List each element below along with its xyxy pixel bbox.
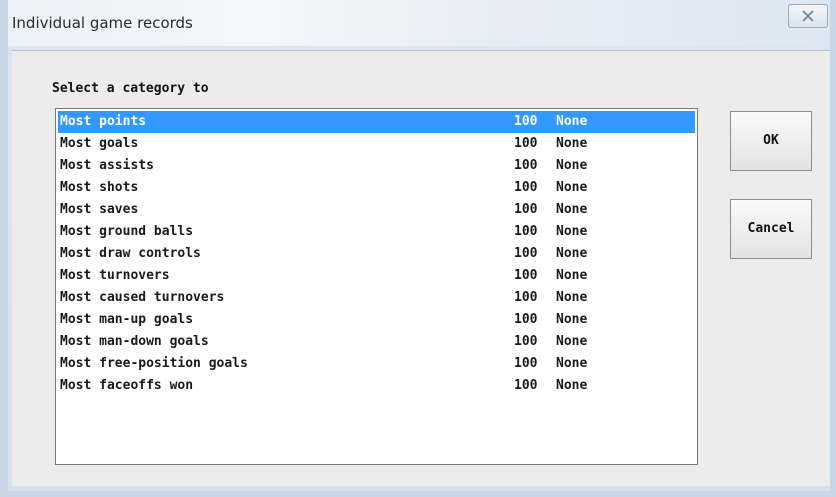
list-item-name: Most goals <box>60 136 139 151</box>
list-item-value: 100 <box>514 378 538 393</box>
list-item-holder: None <box>556 114 588 129</box>
list-item-name: Most saves <box>60 202 139 217</box>
list-item-holder: None <box>556 378 588 393</box>
dialog-window: Individual game records Select a categor… <box>0 0 836 497</box>
close-icon <box>802 10 814 22</box>
list-item-holder: None <box>556 158 588 173</box>
list-item-value: 100 <box>514 268 538 283</box>
list-item[interactable]: Most ground balls 100 None <box>58 221 695 243</box>
list-item[interactable]: Most man-down goals 100 None <box>58 331 695 353</box>
list-item[interactable]: Most man-up goals 100 None <box>58 309 695 331</box>
list-item[interactable]: Most goals 100 None <box>58 133 695 155</box>
list-item[interactable]: Most points 100 None <box>58 111 695 133</box>
list-item[interactable]: Most faceoffs won 100 None <box>58 375 695 397</box>
list-item-name: Most assists <box>60 158 154 173</box>
list-item-holder: None <box>556 290 588 305</box>
list-item-name: Most faceoffs won <box>60 378 194 393</box>
list-item-name: Most shots <box>60 180 139 195</box>
list-item[interactable]: Most caused turnovers 100 None <box>58 287 695 309</box>
list-item-holder: None <box>556 356 588 371</box>
dialog-body: Select a category to Most points 100 None M… <box>12 50 830 486</box>
list-item-holder: None <box>556 180 588 195</box>
list-item[interactable]: Most shots 100 None <box>58 177 695 199</box>
list-item-holder: None <box>556 136 588 151</box>
list-item-name: Most turnovers <box>60 268 170 283</box>
list-item-value: 100 <box>514 290 538 305</box>
list-item-holder: None <box>556 202 588 217</box>
list-item[interactable]: Most saves 100 None <box>58 199 695 221</box>
title-bar: Individual game records <box>8 0 830 46</box>
list-item-name: Most ground balls <box>60 224 194 239</box>
list-item-name: Most caused turnovers <box>60 290 225 305</box>
list-item-value: 100 <box>514 180 538 195</box>
list-item-holder: None <box>556 334 588 349</box>
list-item-value: 100 <box>514 334 538 349</box>
list-item-name: Most man-up goals <box>60 312 194 327</box>
list-item-name: Most draw controls <box>60 246 201 261</box>
list-item-holder: None <box>556 224 588 239</box>
list-item-value: 100 <box>514 114 538 129</box>
list-item-value: 100 <box>514 158 538 173</box>
category-prompt: Select a category to <box>52 81 209 96</box>
list-item[interactable]: Most turnovers 100 None <box>58 265 695 287</box>
list-item-holder: None <box>556 246 588 261</box>
list-item-holder: None <box>556 268 588 283</box>
list-item-name: Most man-down goals <box>60 334 209 349</box>
list-item-value: 100 <box>514 202 538 217</box>
window-title: Individual game records <box>12 14 193 32</box>
list-item-name: Most free-position goals <box>60 356 248 371</box>
list-item-value: 100 <box>514 224 538 239</box>
list-item-value: 100 <box>514 312 538 327</box>
list-item-holder: None <box>556 312 588 327</box>
list-item-value: 100 <box>514 136 538 151</box>
list-item-name: Most points <box>60 114 147 129</box>
ok-button[interactable]: OK <box>730 111 812 171</box>
list-item[interactable]: Most assists 100 None <box>58 155 695 177</box>
close-button[interactable] <box>788 4 828 28</box>
list-item-value: 100 <box>514 246 538 261</box>
list-item-value: 100 <box>514 356 538 371</box>
list-item[interactable]: Most free-position goals 100 None <box>58 353 695 375</box>
cancel-button[interactable]: Cancel <box>730 199 812 259</box>
list-item[interactable]: Most draw controls 100 None <box>58 243 695 265</box>
category-listbox[interactable]: Most points 100 None Most goals 100 None Most … <box>55 108 698 465</box>
